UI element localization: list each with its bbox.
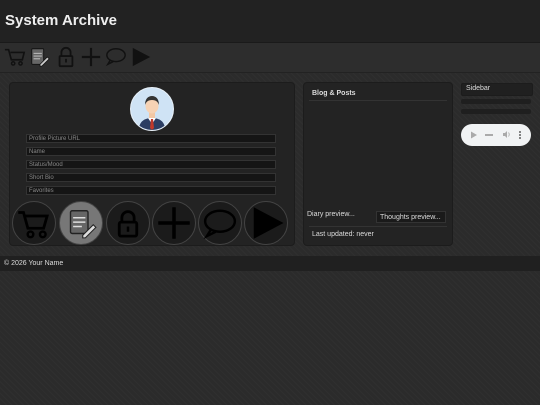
diary-preview[interactable]: Diary preview... — [307, 211, 355, 218]
more-options-icon[interactable] — [518, 130, 522, 140]
last-updated-text: Last updated: never — [312, 231, 374, 238]
cart-icon[interactable] — [4, 46, 26, 68]
divider — [309, 226, 447, 227]
thoughts-preview[interactable]: Thoughts preview... — [376, 211, 446, 223]
play-icon[interactable] — [470, 131, 478, 139]
progress-bar[interactable] — [485, 134, 493, 136]
plus-icon[interactable] — [152, 201, 196, 245]
volume-icon[interactable] — [502, 130, 511, 139]
plus-icon[interactable] — [80, 46, 102, 68]
profile-panel: Profile Picture URL Name Status/Mood Sho… — [9, 82, 295, 246]
short-bio-input[interactable]: Short Bio — [26, 173, 276, 182]
audio-player[interactable] — [461, 124, 531, 146]
blog-title: Blog & Posts — [312, 90, 356, 97]
edit-document-icon[interactable] — [29, 46, 51, 68]
sidebar-label: Sidebar — [466, 85, 491, 92]
blog-panel: Blog & Posts Diary preview... Thoughts p… — [303, 82, 453, 246]
header-bar: System Archive — [0, 0, 540, 43]
cart-icon[interactable] — [12, 201, 56, 245]
sidebar-bar — [461, 109, 531, 114]
name-input[interactable]: Name — [26, 147, 276, 156]
footer: © 2026 Your Name — [0, 256, 540, 271]
speech-bubble-icon[interactable] — [105, 46, 127, 68]
footer-text: © 2026 Your Name — [4, 260, 64, 267]
status-mood-input[interactable]: Status/Mood — [26, 160, 276, 169]
page-title: System Archive — [5, 12, 118, 29]
sidebar-bar — [461, 99, 531, 104]
divider — [309, 100, 447, 101]
lock-icon[interactable] — [55, 46, 77, 68]
profile-picture-url-input[interactable]: Profile Picture URL — [26, 134, 276, 143]
toolbar — [0, 43, 540, 73]
edit-document-icon[interactable] — [59, 201, 103, 245]
play-icon[interactable] — [130, 46, 152, 68]
lock-icon[interactable] — [106, 201, 150, 245]
sidebar-panel: Sidebar — [461, 83, 533, 96]
play-icon[interactable] — [244, 201, 288, 245]
speech-bubble-icon[interactable] — [198, 201, 242, 245]
user-avatar-icon[interactable] — [130, 87, 174, 131]
favorites-input[interactable]: Favorites — [26, 186, 276, 195]
